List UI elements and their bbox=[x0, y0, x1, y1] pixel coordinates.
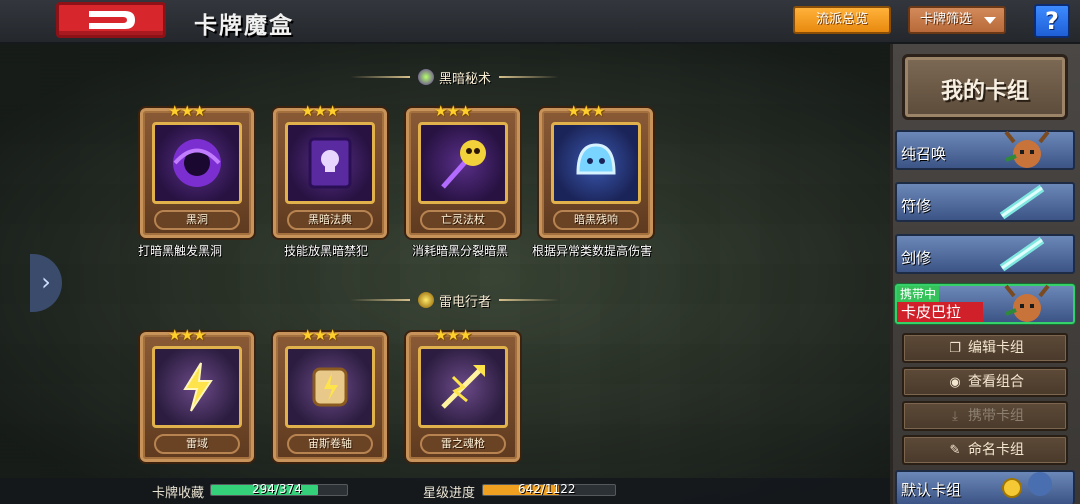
carry-deck-button[interactable]: ⤓ 携带卡组 bbox=[902, 401, 1068, 431]
star-progress-value: 642/1122 bbox=[518, 482, 576, 496]
back-button[interactable] bbox=[56, 2, 166, 38]
deck-name: 卡皮巴拉 bbox=[897, 302, 983, 322]
back-arrow-icon bbox=[89, 11, 135, 29]
card-zeus-scroll[interactable]: ★★★ 宙斯卷轴 bbox=[273, 326, 387, 462]
view-combo-label: 查看组合 bbox=[968, 374, 1024, 390]
collection-label: 卡牌收藏 bbox=[152, 486, 205, 501]
card-description: 消耗暗黑分裂暗黑 bbox=[412, 244, 509, 258]
coin-hero-icon bbox=[991, 462, 1063, 504]
scroll-icon bbox=[285, 346, 375, 428]
section-header-thunder-walker: 雷电行者 bbox=[350, 289, 560, 311]
sword-icon bbox=[991, 232, 1063, 276]
card-thunder-domain[interactable]: ★★★ 雷域 bbox=[140, 326, 254, 462]
star-rating: ★★★ bbox=[301, 326, 339, 344]
card-name: 暗黑残响 bbox=[553, 210, 639, 230]
sword-icon bbox=[991, 180, 1063, 224]
section-header-dark-arts: 黑暗秘术 bbox=[350, 66, 560, 88]
star-rating: ★★★ bbox=[567, 102, 605, 120]
deck-item-talisman[interactable]: 符修 bbox=[895, 182, 1075, 222]
black-hole-icon bbox=[152, 122, 242, 204]
view-combo-button[interactable]: ◉ 查看组合 bbox=[902, 367, 1068, 397]
lightning-spear-icon bbox=[418, 346, 508, 428]
chevron-down-icon bbox=[984, 17, 996, 24]
star-progress-label: 星级进度 bbox=[423, 486, 476, 501]
deck-panel-header: 我的卡组 bbox=[902, 54, 1068, 120]
deer-hero-icon bbox=[991, 282, 1063, 326]
star-rating: ★★★ bbox=[168, 326, 206, 344]
card-name: 黑洞 bbox=[154, 210, 240, 230]
card-name: 雷域 bbox=[154, 434, 240, 454]
deck-name: 默认卡组 bbox=[901, 481, 962, 499]
deck-name: 剑修 bbox=[901, 249, 932, 267]
deck-name: 符修 bbox=[901, 197, 932, 215]
card-description: 根据异常类数提高伤害 bbox=[532, 244, 653, 258]
card-undead-staff[interactable]: ★★★ 亡灵法杖 bbox=[406, 102, 520, 238]
card-name: 黑暗法典 bbox=[287, 210, 373, 230]
star-rating: ★★★ bbox=[301, 102, 339, 120]
pencil-icon: ✎ bbox=[949, 443, 961, 458]
card-black-hole[interactable]: ★★★ 黑洞 bbox=[140, 102, 254, 238]
skull-staff-icon bbox=[418, 122, 508, 204]
card-filter-label: 卡牌筛选 bbox=[920, 12, 973, 27]
divider bbox=[499, 299, 560, 301]
card-name: 亡灵法杖 bbox=[420, 210, 506, 230]
carried-badge: 携带中 bbox=[897, 286, 940, 302]
download-icon: ⤓ bbox=[952, 409, 958, 424]
deer-hero-icon bbox=[991, 128, 1063, 172]
section-title: 雷电行者 bbox=[439, 294, 492, 310]
edit-deck-label: 编辑卡组 bbox=[968, 340, 1024, 356]
collection-value: 294/374 bbox=[252, 482, 302, 496]
section-title: 黑暗秘术 bbox=[439, 71, 492, 87]
card-thunder-soul-spear[interactable]: ★★★ 雷之魂枪 bbox=[406, 326, 520, 462]
rename-deck-button[interactable]: ✎ 命名卡组 bbox=[902, 435, 1068, 465]
eye-icon: ◉ bbox=[949, 375, 961, 390]
card-dark-codex[interactable]: ★★★ 黑暗法典 bbox=[273, 102, 387, 238]
page-title: 卡牌魔盒 bbox=[194, 13, 294, 39]
deck-item-sword[interactable]: 剑修 bbox=[895, 234, 1075, 274]
deck-name: 纯召唤 bbox=[901, 145, 947, 163]
star-rating: ★★★ bbox=[168, 102, 206, 120]
card-name: 宙斯卷轴 bbox=[287, 434, 373, 454]
divider bbox=[350, 76, 410, 78]
card-name: 雷之魂枪 bbox=[420, 434, 506, 454]
card-description: 打暗黑触发黑洞 bbox=[138, 244, 223, 258]
lightning-icon bbox=[418, 292, 434, 308]
deck-panel-title: 我的卡组 bbox=[940, 79, 1029, 104]
carry-deck-label: 携带卡组 bbox=[968, 408, 1024, 424]
card-description: 技能放黑暗禁犯 bbox=[284, 244, 369, 258]
edit-deck-button[interactable]: ❐ 编辑卡组 bbox=[902, 333, 1068, 363]
dark-arts-icon bbox=[418, 69, 434, 85]
rename-deck-label: 命名卡组 bbox=[968, 442, 1024, 458]
deck-item-pure-summon[interactable]: 纯召唤 bbox=[895, 130, 1075, 170]
divider bbox=[350, 299, 410, 301]
top-bar: 卡牌魔盒 流派总览 卡牌筛选 ? bbox=[0, 0, 1080, 44]
chevron-right-icon: › bbox=[41, 268, 51, 296]
overview-button[interactable]: 流派总览 bbox=[793, 6, 891, 34]
divider bbox=[499, 76, 560, 78]
star-rating: ★★★ bbox=[434, 102, 472, 120]
copy-icon: ❐ bbox=[949, 341, 961, 356]
spirit-echo-icon bbox=[551, 122, 641, 204]
thunder-sigil-icon bbox=[152, 346, 242, 428]
deck-item-default[interactable]: 默认卡组 bbox=[895, 470, 1075, 504]
deck-item-capybara[interactable]: 携带中 卡皮巴拉 bbox=[895, 284, 1075, 324]
card-filter-dropdown[interactable]: 卡牌筛选 bbox=[908, 6, 1006, 34]
skull-book-icon bbox=[285, 122, 375, 204]
card-dark-echo[interactable]: ★★★ 暗黑残响 bbox=[539, 102, 653, 238]
help-button[interactable]: ? bbox=[1034, 4, 1070, 38]
star-rating: ★★★ bbox=[434, 326, 472, 344]
